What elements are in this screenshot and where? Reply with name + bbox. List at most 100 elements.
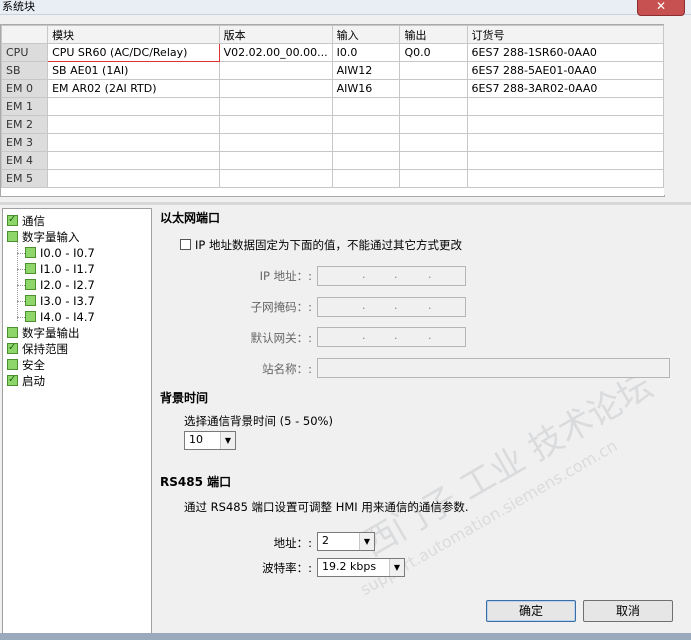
- cell-version[interactable]: [218, 79, 333, 98]
- cancel-button[interactable]: 取消: [583, 600, 673, 622]
- cell-output[interactable]: [399, 97, 468, 116]
- rs485-desc: 通过 RS485 端口设置可调整 HMI 用来通信的通信参数.: [184, 500, 469, 514]
- tree-item[interactable]: I0.0 - I0.7: [25, 245, 95, 261]
- cell-order[interactable]: [466, 151, 665, 170]
- column-header-order[interactable]: 订货号: [466, 25, 665, 44]
- tree-item[interactable]: 保持范围: [7, 340, 68, 357]
- cell-input[interactable]: [331, 133, 401, 152]
- cell-input[interactable]: [331, 115, 401, 134]
- tree-item[interactable]: I2.0 - I2.7: [25, 277, 95, 293]
- background-time-heading: 背景时间: [160, 391, 209, 405]
- cell-version[interactable]: [218, 115, 333, 134]
- cell-module[interactable]: [47, 133, 220, 152]
- cell-input[interactable]: [331, 169, 401, 188]
- background-time-select[interactable]: 10 ▼: [184, 431, 236, 450]
- subnet-dot: .: [394, 299, 398, 312]
- tree-item-label: I3.0 - I3.7: [40, 294, 95, 308]
- checked-icon: [7, 372, 18, 388]
- cell-module[interactable]: CPU SR60 (AC/DC/Relay): [47, 43, 220, 62]
- cell-module[interactable]: [47, 169, 220, 188]
- cell-input[interactable]: AIW12: [331, 61, 401, 80]
- cell-module[interactable]: SB AE01 (1AI): [47, 61, 220, 80]
- column-header-output[interactable]: 输出: [399, 25, 468, 44]
- cell-input[interactable]: I0.0: [331, 43, 401, 62]
- node-icon: [7, 231, 18, 242]
- node-icon: [25, 247, 36, 258]
- cell-input[interactable]: [331, 151, 401, 170]
- tree-item-label: 启动: [22, 374, 45, 388]
- column-header-version[interactable]: 版本: [218, 25, 333, 44]
- table-row[interactable]: EM 4: [0, 151, 665, 170]
- ip-dot: .: [362, 268, 366, 281]
- ethernet-heading: 以太网端口: [160, 211, 221, 225]
- cell-output[interactable]: [399, 79, 468, 98]
- table-row[interactable]: EM 2: [0, 115, 665, 134]
- window-title: 系统块: [2, 0, 35, 13]
- row-slot-label: EM 5: [0, 169, 49, 188]
- cell-version[interactable]: [218, 97, 333, 116]
- column-header-module[interactable]: 模块: [47, 25, 220, 44]
- splitter[interactable]: [0, 202, 691, 205]
- cell-module[interactable]: [47, 151, 220, 170]
- ok-button[interactable]: 确定: [486, 600, 576, 622]
- gateway-dot: .: [394, 329, 398, 342]
- baud-rate-label: 波特率：:: [262, 561, 312, 575]
- cell-version[interactable]: V02.02.00_00.00...: [218, 43, 333, 62]
- window-bottom-border: [0, 633, 691, 640]
- cell-order[interactable]: 6ES7 288-3AR02-0AA0: [466, 79, 665, 98]
- ip-dot: .: [428, 268, 432, 281]
- cell-output[interactable]: [399, 151, 468, 170]
- cell-module[interactable]: [47, 97, 220, 116]
- cell-version[interactable]: [218, 61, 333, 80]
- cell-module[interactable]: EM AR02 (2AI RTD): [47, 79, 220, 98]
- tree-item[interactable]: 通信: [7, 212, 45, 229]
- cell-version[interactable]: [218, 169, 333, 188]
- cell-order[interactable]: [466, 133, 665, 152]
- tree-item[interactable]: I4.0 - I4.7: [25, 309, 95, 325]
- cell-version[interactable]: [218, 133, 333, 152]
- tree-item[interactable]: I3.0 - I3.7: [25, 293, 95, 309]
- tree-item[interactable]: 安全: [7, 357, 45, 373]
- table-row[interactable]: EM 1: [0, 97, 665, 116]
- cell-order[interactable]: [466, 115, 665, 134]
- cell-order[interactable]: [466, 169, 665, 188]
- fixed-ip-checkbox[interactable]: [180, 239, 191, 250]
- table-row[interactable]: SB SB AE01 (1AI) AIW12 6ES7 288-5AE01-0AA0: [0, 61, 665, 80]
- baud-rate-select[interactable]: 19.2 kbps ▼: [317, 558, 405, 577]
- table-row[interactable]: EM 3: [0, 133, 665, 152]
- table-row[interactable]: EM 0 EM AR02 (2AI RTD) AIW16 6ES7 288-3AR02…: [0, 79, 665, 98]
- cell-module[interactable]: [47, 115, 220, 134]
- column-header-input[interactable]: 输入: [331, 25, 401, 44]
- fixed-ip-option[interactable]: IP 地址数据固定为下面的值，不能通过其它方式更改: [180, 237, 462, 253]
- cell-output[interactable]: [399, 133, 468, 152]
- module-grid: 模块 版本 输入 输出 订货号 CPU CPU SR60 (AC/DC/Relay…: [0, 24, 665, 197]
- cell-input[interactable]: [331, 97, 401, 116]
- cell-input[interactable]: AIW16: [331, 79, 401, 98]
- cell-output[interactable]: [399, 169, 468, 188]
- chevron-down-icon: ▼: [359, 533, 374, 550]
- title-bar: 系统块 ✕: [0, 0, 691, 16]
- cell-output[interactable]: [399, 115, 468, 134]
- table-row[interactable]: CPU CPU SR60 (AC/DC/Relay) V02.02.00_00.00…: [0, 43, 665, 62]
- tree-item[interactable]: I1.0 - I1.7: [25, 261, 95, 277]
- cell-version[interactable]: [218, 151, 333, 170]
- rs485-address-select[interactable]: 2 ▼: [317, 532, 375, 551]
- cell-order[interactable]: [466, 97, 665, 116]
- cell-output[interactable]: Q0.0: [399, 43, 468, 62]
- subnet-mask-field: ...: [317, 297, 466, 317]
- fixed-ip-label: IP 地址数据固定为下面的值，不能通过其它方式更改: [195, 238, 462, 252]
- tree-item[interactable]: 数字量输入: [7, 229, 80, 245]
- tree-connector: [17, 269, 25, 270]
- tree-item[interactable]: 启动: [7, 372, 45, 389]
- gateway-dot: .: [428, 329, 432, 342]
- cell-order[interactable]: 6ES7 288-1SR60-0AA0: [466, 43, 665, 62]
- close-button[interactable]: ✕: [637, 0, 685, 16]
- cell-output[interactable]: [399, 61, 468, 80]
- tree-item-label: 数字量输入: [22, 230, 80, 244]
- tree-item[interactable]: 数字量输出: [7, 325, 80, 341]
- ip-address-label: IP 地址：:: [259, 269, 312, 283]
- table-row[interactable]: EM 5: [0, 169, 665, 188]
- tree-item-label: 通信: [22, 214, 45, 228]
- cell-order[interactable]: 6ES7 288-5AE01-0AA0: [466, 61, 665, 80]
- column-header-slot: [0, 25, 49, 44]
